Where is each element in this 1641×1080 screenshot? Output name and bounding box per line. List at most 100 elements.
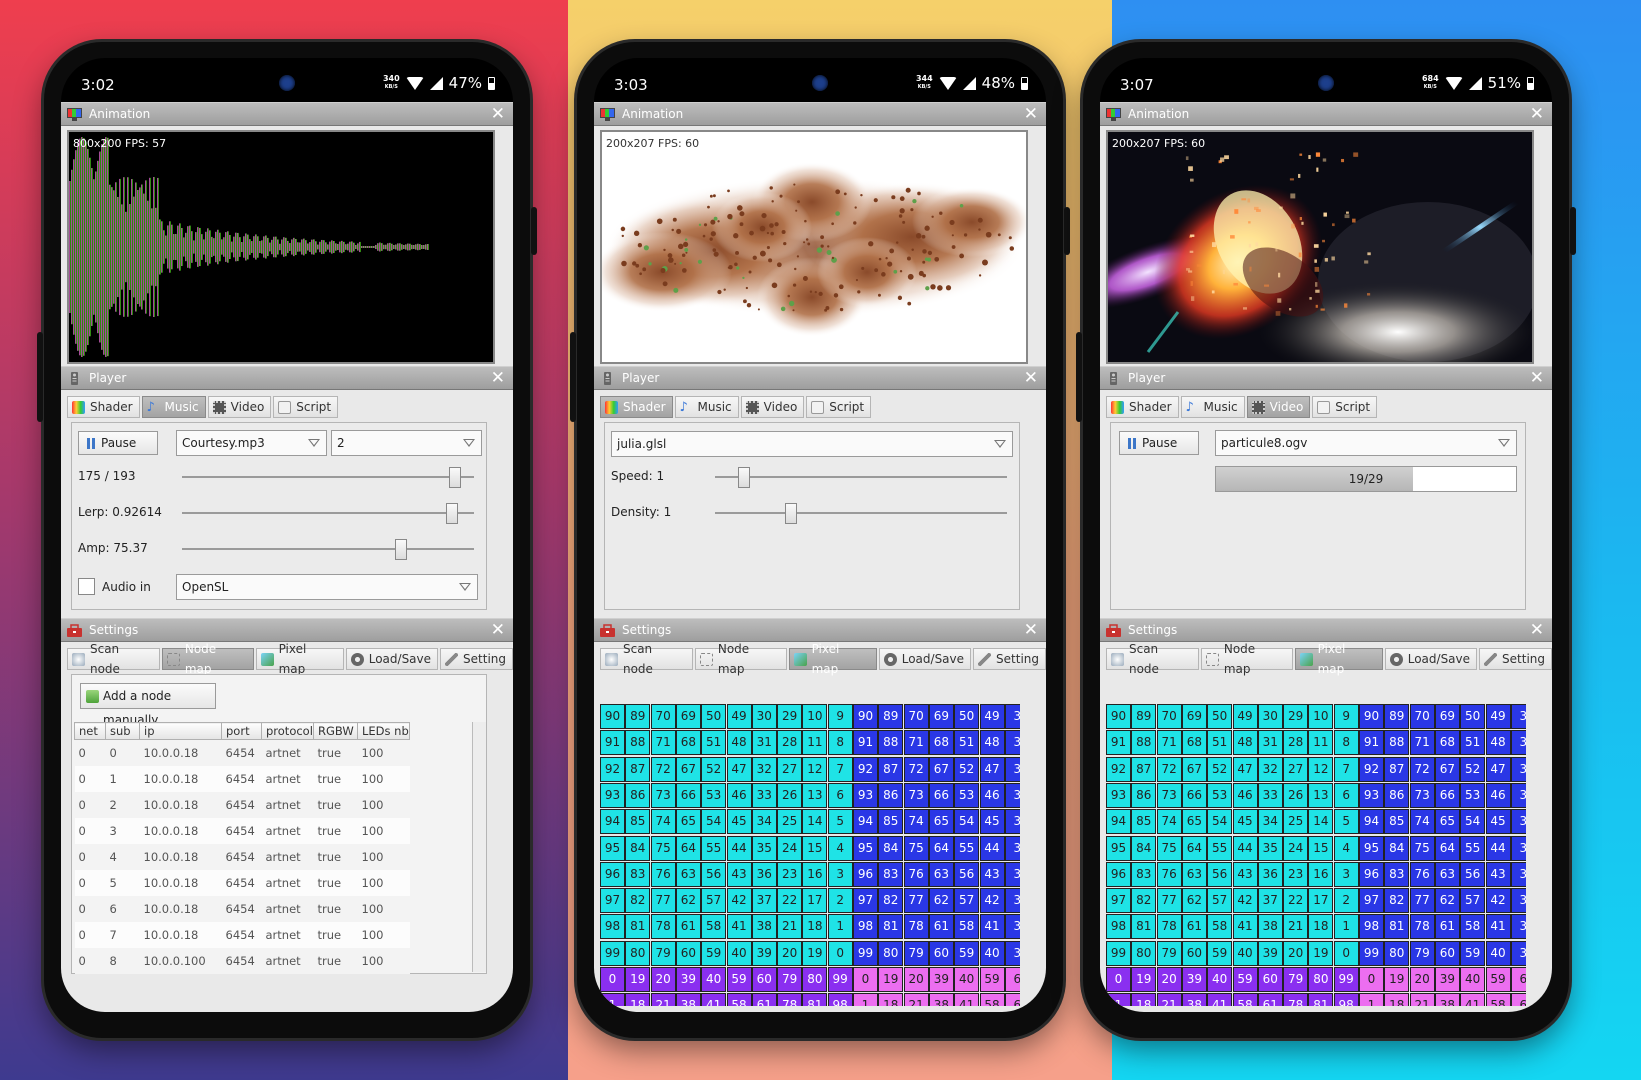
pixel-cell[interactable]: 52 (1207, 756, 1233, 782)
pixel-cell[interactable]: 43 (726, 861, 752, 887)
close-icon[interactable]: ✕ (1024, 103, 1038, 125)
pixel-cell[interactable]: 9 (827, 704, 853, 729)
pixel-cell[interactable]: 80 (802, 967, 828, 992)
pixel-cell[interactable]: 83 (878, 861, 904, 887)
pixel-cell[interactable]: 19 (1308, 940, 1334, 966)
pixel-cell[interactable]: 1 (1359, 993, 1384, 1006)
slider-handle[interactable] (738, 467, 751, 488)
pixel-cell[interactable]: 10 (802, 704, 828, 729)
close-icon[interactable]: ✕ (1530, 619, 1544, 641)
pixel-cell[interactable]: 98 (600, 914, 625, 940)
pixel-cell[interactable]: 40 (726, 940, 752, 966)
pixel-cell[interactable]: 3 (1004, 914, 1020, 940)
pixel-cell[interactable]: 69 (928, 704, 954, 729)
volume-button[interactable] (1570, 207, 1576, 255)
close-icon[interactable]: ✕ (491, 367, 505, 389)
pixel-cell[interactable]: 90 (853, 704, 878, 729)
pixel-cell[interactable]: 87 (878, 756, 904, 782)
pixel-cell[interactable]: 94 (1359, 809, 1384, 835)
pixel-cell[interactable]: 78 (1409, 914, 1435, 940)
pixel-cell[interactable]: 70 (1409, 704, 1435, 729)
pixel-cell[interactable]: 4 (827, 835, 853, 861)
pixel-cell[interactable]: 52 (954, 756, 980, 782)
pixel-cell[interactable]: 46 (979, 782, 1005, 808)
pixel-cell[interactable]: 53 (1460, 782, 1486, 808)
pixel-cell[interactable]: 57 (1207, 888, 1233, 914)
pixel-cell[interactable]: 41 (1485, 914, 1511, 940)
pixel-cell[interactable]: 81 (625, 914, 651, 940)
slider-handle[interactable] (395, 539, 407, 560)
pixel-cell[interactable]: 12 (1308, 756, 1334, 782)
column-header[interactable]: sub (105, 722, 140, 740)
pixel-cell[interactable]: 70 (903, 704, 929, 729)
pixel-cell[interactable]: 79 (903, 940, 929, 966)
table-row[interactable]: 0 4 10.0.0.18 6454 artnet true 100 (74, 843, 410, 870)
pixel-cell[interactable]: 20 (1283, 940, 1309, 966)
pixel-cell[interactable]: 51 (1460, 730, 1486, 756)
pixel-cell[interactable]: 91 (853, 730, 878, 756)
pixel-cell[interactable]: 83 (1384, 861, 1410, 887)
pixel-cell[interactable]: 81 (878, 914, 904, 940)
pixel-cell[interactable]: 65 (1181, 809, 1207, 835)
tab-pixel-map[interactable]: Pixel map (1294, 642, 1383, 676)
pixel-cell[interactable]: 21 (1283, 914, 1309, 940)
pixel-cell[interactable]: 51 (1207, 730, 1233, 756)
pixel-cell[interactable]: 1 (1333, 914, 1359, 940)
tab-load-save[interactable]: Load/Save (1384, 648, 1478, 670)
pixel-cell[interactable]: 4 (1333, 835, 1359, 861)
pixel-cell[interactable]: 66 (928, 782, 954, 808)
pixel-cell[interactable]: 50 (1460, 704, 1486, 729)
pixel-cell[interactable]: 62 (928, 888, 954, 914)
pixel-cell[interactable]: 57 (701, 888, 727, 914)
table-row[interactable]: 0 2 10.0.0.18 6454 artnet true 100 (74, 791, 410, 818)
pixel-cell[interactable]: 3 (1333, 861, 1359, 887)
pixel-cell[interactable]: 3 (827, 861, 853, 887)
pixel-cell[interactable]: 6 (827, 782, 853, 808)
pixel-cell[interactable]: 47 (726, 756, 752, 782)
pixel-cell[interactable]: 51 (954, 730, 980, 756)
pixel-cell[interactable]: 38 (1257, 914, 1283, 940)
pixel-cell[interactable]: 95 (600, 835, 625, 861)
pixel-cell[interactable]: 15 (1308, 835, 1334, 861)
add-node-button[interactable]: Add a node manually (80, 683, 216, 727)
pixel-cell[interactable]: 94 (600, 809, 625, 835)
column-header[interactable]: ip (139, 722, 222, 740)
pixel-cell[interactable]: 61 (1434, 914, 1460, 940)
pixel-cell[interactable]: 3 (1510, 730, 1526, 756)
pixel-cell[interactable]: 44 (979, 835, 1005, 861)
pixel-cell[interactable]: 36 (751, 861, 777, 887)
pixel-cell[interactable]: 76 (1409, 861, 1435, 887)
pixel-cell[interactable]: 52 (1460, 756, 1486, 782)
pixel-cell[interactable]: 61 (1257, 993, 1283, 1006)
pixel-cell[interactable]: 56 (1460, 861, 1486, 887)
pixel-cell[interactable]: 98 (1333, 993, 1359, 1006)
tab-video[interactable]: Video (207, 396, 272, 418)
pixel-cell[interactable]: 70 (1156, 704, 1182, 729)
shader-select[interactable]: julia.glsl (611, 431, 1013, 457)
pixel-cell[interactable]: 41 (954, 993, 980, 1006)
pixel-cell[interactable]: 95 (853, 835, 878, 861)
pixel-cell[interactable]: 59 (979, 967, 1005, 992)
pixel-cell[interactable]: 15 (802, 835, 828, 861)
pixel-cell[interactable]: 0 (600, 967, 625, 992)
pixel-cell[interactable]: 42 (1232, 888, 1258, 914)
pixel-cell[interactable]: 92 (1359, 756, 1384, 782)
pixel-cell[interactable]: 55 (1460, 835, 1486, 861)
pixel-cell[interactable]: 69 (1181, 704, 1207, 729)
pixel-cell[interactable]: 86 (625, 782, 651, 808)
pixel-cell[interactable]: 84 (1384, 835, 1410, 861)
tab-script[interactable]: Script (806, 396, 872, 418)
pixel-cell[interactable]: 82 (625, 888, 651, 914)
pixel-cell[interactable]: 43 (1232, 861, 1258, 887)
pixel-cell[interactable]: 67 (928, 756, 954, 782)
pixel-cell[interactable]: 5 (1333, 809, 1359, 835)
pixel-cell[interactable]: 88 (1131, 730, 1157, 756)
pixel-cell[interactable]: 77 (1156, 888, 1182, 914)
tab-shader[interactable]: Shader (1106, 396, 1179, 418)
pixel-cell[interactable]: 78 (1283, 993, 1309, 1006)
pixel-cell[interactable]: 44 (1232, 835, 1258, 861)
pixel-cell[interactable]: 22 (777, 888, 803, 914)
pixel-cell[interactable]: 3 (1004, 940, 1020, 966)
pixel-cell[interactable]: 60 (751, 967, 777, 992)
pixel-cell[interactable]: 34 (751, 809, 777, 835)
